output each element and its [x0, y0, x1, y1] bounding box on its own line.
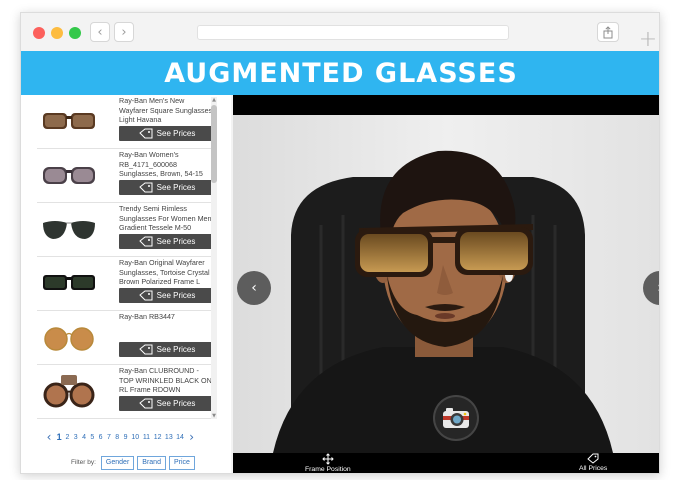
scroll-down-icon[interactable]: ▼ [211, 413, 217, 419]
frame-position-button[interactable]: Frame Position [305, 453, 351, 473]
product-thumbnail [43, 375, 95, 408]
page-10[interactable]: 10 [130, 434, 141, 441]
see-prices-button[interactable]: See Prices [119, 234, 215, 249]
product-thumbnail [44, 327, 94, 351]
browser-back-button[interactable]: ‹ [90, 22, 110, 42]
product-list: Ray-Ban Men's New Wayfarer Square Sungla… [37, 95, 217, 420]
page-11[interactable]: 11 [141, 434, 152, 441]
camera-footer: Frame Position All Prices [233, 453, 659, 473]
see-prices-label: See Prices [156, 129, 196, 138]
list-item[interactable]: Ray-Ban Men's New Wayfarer Square Sungla… [37, 95, 217, 149]
scroll-up-icon[interactable]: ▲ [211, 97, 217, 103]
share-icon [603, 25, 613, 38]
tag-icon [138, 344, 153, 355]
page-12[interactable]: 12 [152, 434, 163, 441]
tag-icon [138, 290, 153, 301]
page-13[interactable]: 13 [163, 434, 174, 441]
new-tab-button[interactable]: + [637, 29, 659, 51]
page-4[interactable]: 4 [80, 434, 88, 441]
all-prices-button[interactable]: All Prices [579, 453, 607, 472]
product-name: Ray-Ban Men's New Wayfarer Square Sungla… [119, 96, 215, 125]
page-14[interactable]: 14 [174, 434, 185, 441]
page-7[interactable]: 7 [105, 434, 113, 441]
tag-icon [138, 236, 153, 247]
plus-icon: + [638, 27, 658, 52]
list-item[interactable]: Ray-Ban CLUBROUND - TOP WRINKLED BLACK O… [37, 365, 217, 419]
share-button[interactable] [597, 22, 619, 42]
page-1[interactable]: 1 [55, 432, 63, 442]
camera-view: ‹ › [233, 95, 659, 473]
filter-price-button[interactable]: Price [168, 455, 195, 470]
see-prices-button[interactable]: See Prices [119, 342, 215, 357]
chevron-right-icon: › [121, 24, 127, 40]
close-window-button[interactable] [33, 27, 45, 39]
product-thumbnail [43, 167, 95, 184]
list-item[interactable]: Ray-Ban Original Wayfarer Sunglasses, To… [37, 257, 217, 311]
product-panel: Ray-Ban Men's New Wayfarer Square Sungla… [21, 95, 231, 473]
list-item[interactable]: Trendy Semi Rimless Sunglasses For Women… [37, 203, 217, 257]
see-prices-label: See Prices [156, 345, 196, 354]
chevron-right-icon: › [657, 280, 659, 296]
product-list-scrollbar[interactable]: ▲ ▼ [211, 97, 217, 419]
filter-gender-button[interactable]: Gender [100, 455, 135, 470]
browser-window: ‹ › + AUGMENTED GLASSES Ray-Ban Men's Ne… [20, 12, 660, 474]
list-item[interactable]: Ray-Ban Women's RB_4171_600068 Sunglasse… [37, 149, 217, 203]
tag-icon [138, 128, 153, 139]
pagination: ‹ 1 2 3 4 5 6 7 8 9 10 11 12 13 14 › [43, 430, 223, 444]
see-prices-button[interactable]: See Prices [119, 180, 215, 195]
chevron-left-icon[interactable]: ‹ [43, 430, 55, 444]
product-name: Ray-Ban RB3447 [119, 312, 175, 321]
maximize-window-button[interactable] [69, 27, 81, 39]
product-name: Trendy Semi Rimless Sunglasses For Women… [119, 204, 212, 233]
tag-icon [138, 398, 153, 409]
capture-photo-button[interactable] [433, 395, 479, 441]
see-prices-label: See Prices [156, 291, 196, 300]
previous-frame-button[interactable]: ‹ [237, 271, 271, 305]
page-6[interactable]: 6 [96, 434, 104, 441]
all-prices-label: All Prices [579, 465, 608, 472]
product-thumbnail [43, 275, 95, 290]
page-2[interactable]: 2 [63, 434, 71, 441]
minimize-window-button[interactable] [51, 27, 63, 39]
filter-label: Filter by: [71, 459, 96, 466]
see-prices-label: See Prices [156, 183, 196, 192]
page-8[interactable]: 8 [113, 434, 121, 441]
see-prices-label: See Prices [156, 399, 196, 408]
app-title: AUGMENTED GLASSES [164, 57, 518, 89]
page-9[interactable]: 9 [121, 434, 129, 441]
browser-forward-button[interactable]: › [114, 22, 134, 42]
chevron-left-icon: ‹ [251, 280, 257, 296]
see-prices-button[interactable]: See Prices [119, 126, 215, 141]
page-5[interactable]: 5 [88, 434, 96, 441]
move-icon [322, 453, 334, 465]
product-name: Ray-Ban Women's RB_4171_600068 Sunglasse… [119, 150, 203, 179]
frame-position-label: Frame Position [305, 466, 351, 473]
product-thumbnail [43, 113, 95, 129]
see-prices-button[interactable]: See Prices [119, 288, 215, 303]
address-bar[interactable] [197, 25, 509, 40]
chevron-left-icon: ‹ [97, 24, 103, 40]
camera-icon [443, 408, 469, 428]
tag-icon [138, 182, 153, 193]
app-header: AUGMENTED GLASSES [21, 51, 659, 95]
scrollbar-thumb[interactable] [211, 105, 217, 183]
chevron-right-icon[interactable]: › [186, 430, 198, 444]
page-3[interactable]: 3 [72, 434, 80, 441]
product-name: Ray-Ban CLUBROUND - TOP WRINKLED BLACK O… [119, 366, 212, 395]
browser-titlebar: ‹ › + [21, 13, 659, 51]
list-item[interactable]: Ray-Ban RB3447 See Prices [37, 311, 217, 365]
see-prices-label: See Prices [156, 237, 196, 246]
filter-brand-button[interactable]: Brand [137, 455, 166, 470]
filter-bar: Filter by: Gender Brand Price [71, 455, 195, 470]
product-name: Ray-Ban Original Wayfarer Sunglasses, To… [119, 258, 210, 287]
tag-icon [587, 453, 599, 464]
see-prices-button[interactable]: See Prices [119, 396, 215, 411]
product-thumbnail [43, 221, 95, 239]
